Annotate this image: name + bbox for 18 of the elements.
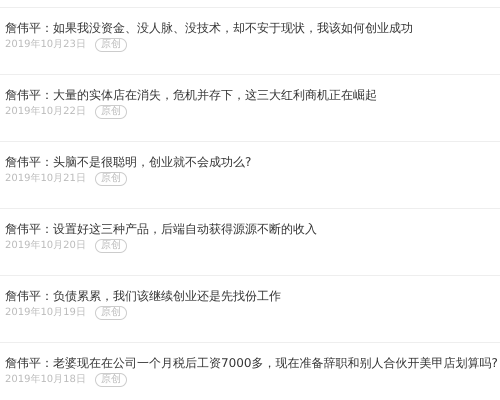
article-title[interactable]: 詹伟平：负债累累，我们该继续创业还是先找份工作 (5, 287, 281, 305)
article-tag: 原创 (94, 373, 127, 387)
article-title[interactable]: 詹伟平：老婆现在在公司一个月税后工资7000多，现在准备辞职和别人合伙开美甲店划算吗? (5, 354, 498, 372)
article-date: 2019年10月18日 (5, 373, 86, 387)
article-title[interactable]: 詹伟平：设置好这三种产品，后端自动获得源源不断的收入 (5, 220, 317, 238)
article-tag: 原创 (94, 105, 127, 119)
article-date: 2019年10月19日 (5, 306, 86, 320)
article-tag: 原创 (94, 172, 127, 186)
article-tag: 原创 (94, 38, 127, 52)
article-tag: 原创 (94, 239, 127, 253)
article-date: 2019年10月23日 (5, 38, 86, 52)
article-date: 2019年10月21日 (5, 172, 86, 186)
article-date: 2019年10月22日 (5, 105, 86, 119)
article-title[interactable]: 詹伟平：头脑不是很聪明，创业就不会成功么? (5, 153, 252, 171)
article-title[interactable]: 詹伟平：如果我没资金、没人脉、没技术，却不安于现状，我该如何创业成功 (5, 19, 413, 37)
article-title[interactable]: 詹伟平：大量的实体店在消失，危机并存下，这三大红利商机正在崛起 (5, 86, 377, 104)
article-tag: 原创 (94, 306, 127, 320)
article-date: 2019年10月20日 (5, 239, 86, 253)
